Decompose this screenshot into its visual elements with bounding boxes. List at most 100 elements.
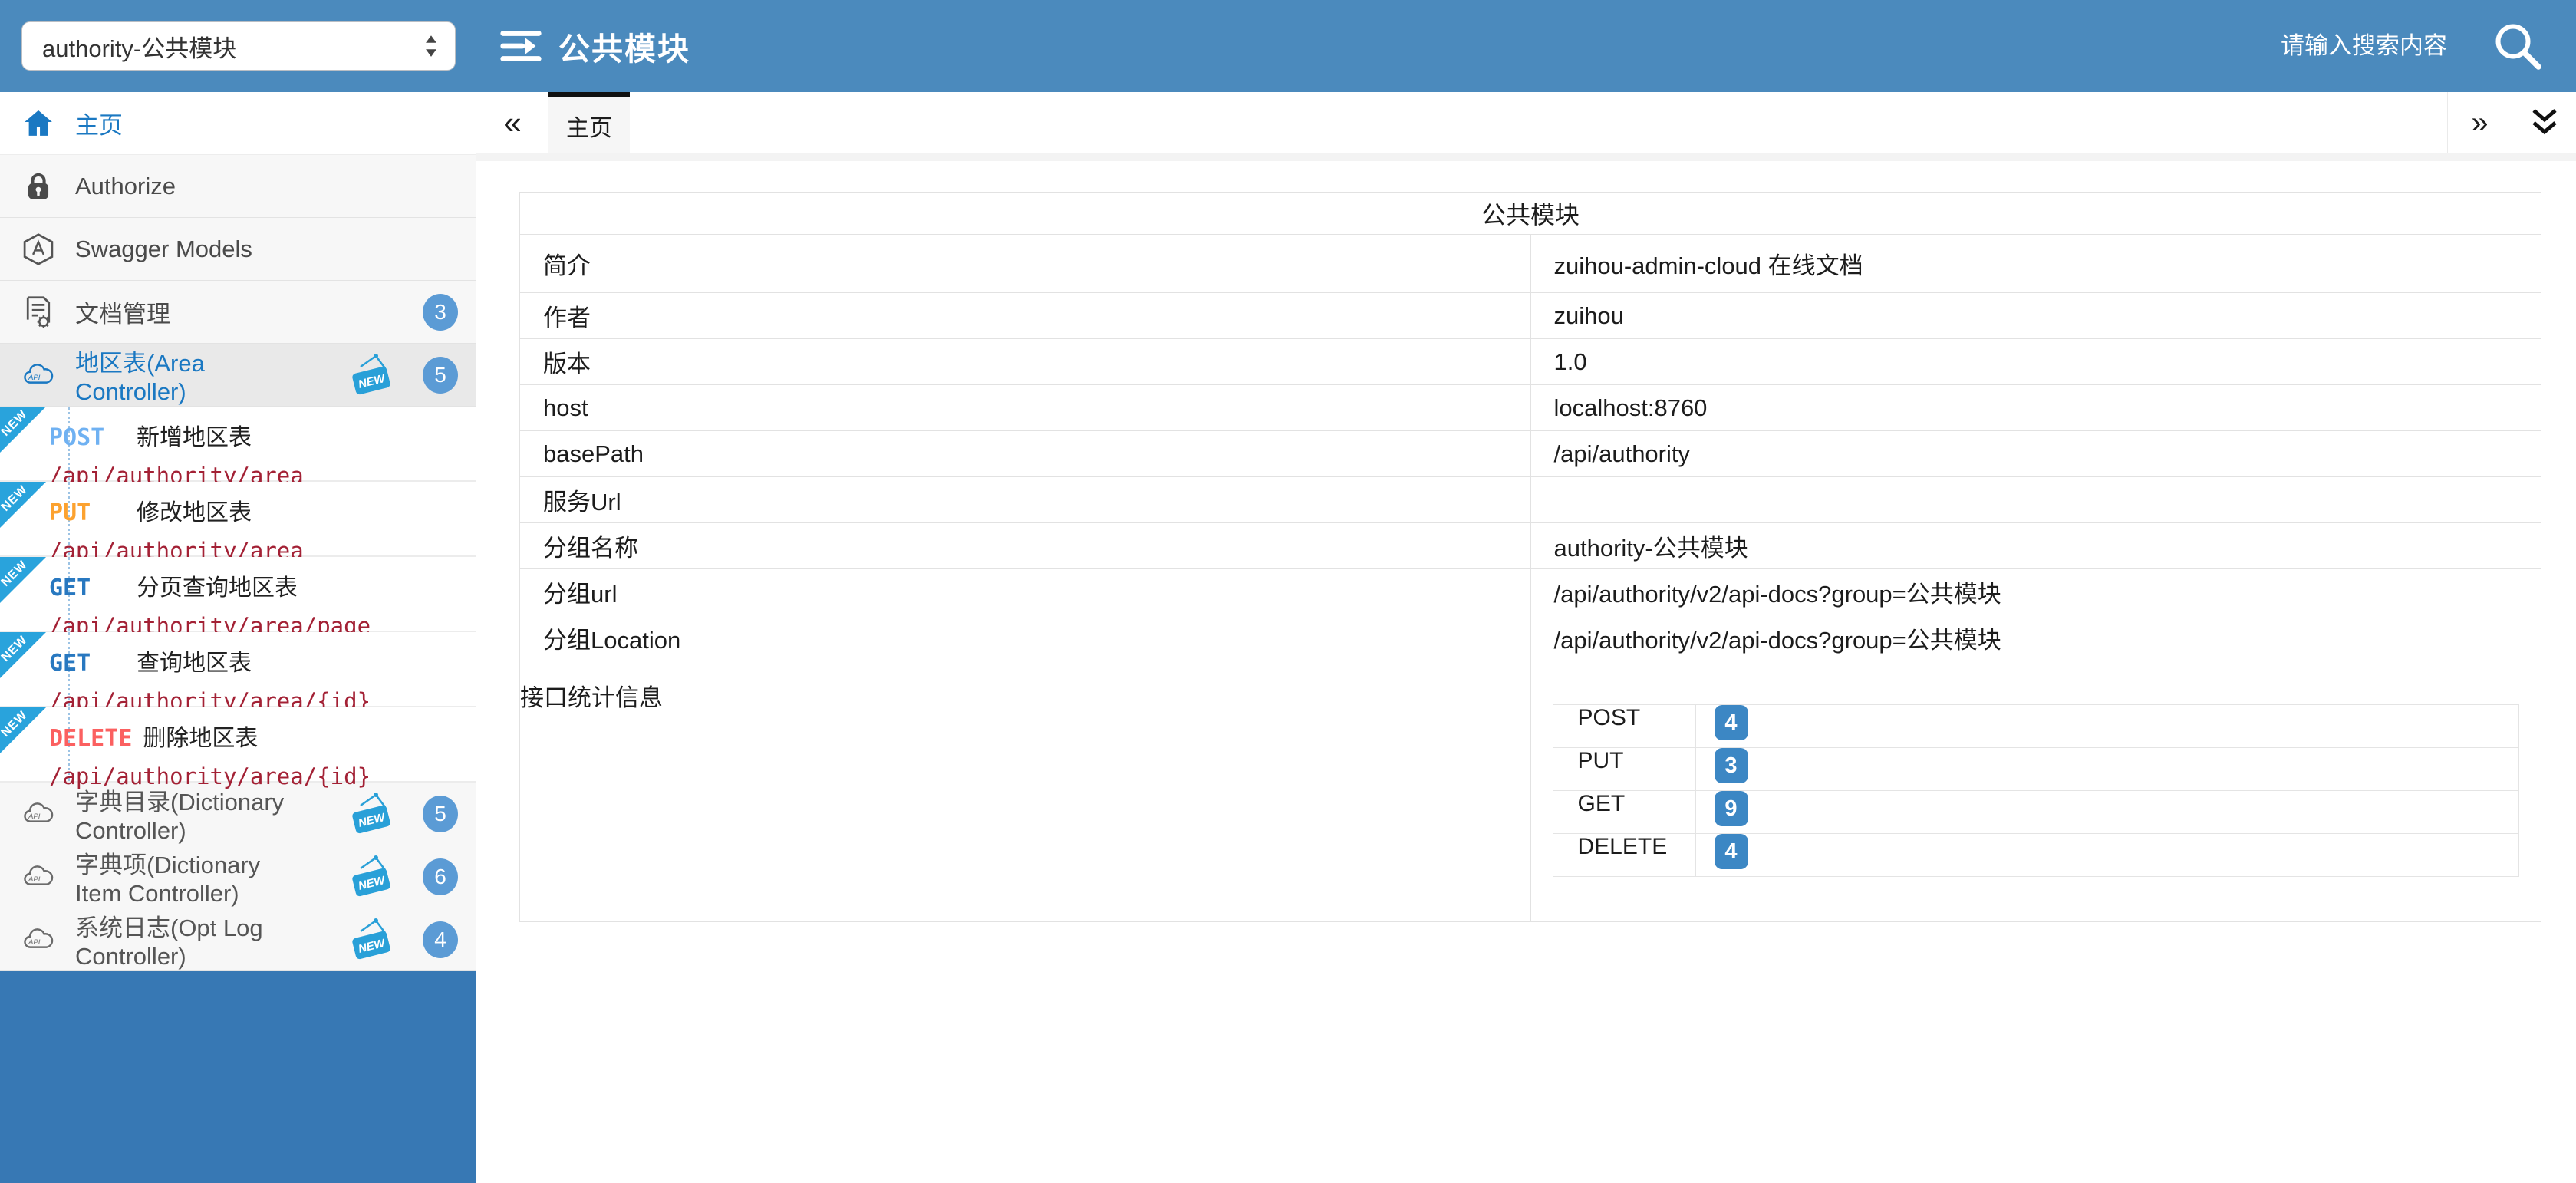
document-gear-icon: [21, 295, 55, 329]
count-badge: 3: [1715, 748, 1748, 783]
module-info-table: 公共模块 简介 zuihou-admin-cloud 在线文档 作者 zuiho…: [519, 192, 2541, 922]
tab-home[interactable]: 主页: [548, 92, 630, 153]
tabs-scroll-left-button[interactable]: «: [476, 92, 548, 153]
method-stats-table: POST 4 PUT 3: [1553, 704, 2520, 877]
search-button[interactable]: [2490, 18, 2545, 74]
api-name: 分页查询地区表: [137, 568, 298, 602]
api-name: 修改地区表: [137, 493, 252, 527]
row-label: host: [520, 385, 1531, 431]
stats-method: PUT: [1553, 748, 1695, 791]
new-badge-icon: NEW: [348, 792, 395, 836]
row-value: zuihou: [1530, 293, 2541, 339]
api-method: DELETE: [49, 725, 132, 752]
row-value: 1.0: [1530, 339, 2541, 385]
svg-text:API: API: [28, 374, 41, 382]
row-label: 简介: [520, 235, 1531, 293]
row-value: [1530, 477, 2541, 523]
svg-text:API: API: [28, 938, 41, 947]
api-item-delete-area[interactable]: NEW DELETE 删除地区表 /api/authority/area/{id…: [0, 707, 476, 783]
stats-count-cell: 9: [1695, 791, 2519, 834]
row-label: 作者: [520, 293, 1531, 339]
svg-text:API: API: [28, 812, 41, 821]
stats-method: DELETE: [1553, 834, 1695, 877]
header-search-area: [2171, 18, 2545, 74]
api-cloud-icon: API: [21, 860, 55, 894]
api-path: /api/authority/area/{id}: [49, 763, 464, 789]
api-method: POST: [49, 424, 126, 451]
sidebar-item-dictionary-item-controller[interactable]: API 字典项(Dictionary Item Controller) NEW …: [0, 845, 476, 908]
row-value: zuihou-admin-cloud 在线文档: [1530, 235, 2541, 293]
api-item-post-add-area[interactable]: NEW POST 新增地区表 /api/authority/area: [0, 407, 476, 482]
page-title: 公共模块: [558, 23, 690, 69]
stats-count-cell: 4: [1695, 834, 2519, 877]
api-method: PUT: [49, 499, 126, 526]
api-name: 新增地区表: [137, 418, 252, 452]
lock-icon: [21, 170, 55, 203]
group-select-value: authority-公共模块: [42, 29, 236, 64]
menu-lines-icon: [497, 22, 545, 70]
sidebar-filler: [0, 971, 476, 1183]
stats-method: GET: [1553, 791, 1695, 834]
api-name: 查询地区表: [137, 644, 252, 677]
sidebar-item-label: Swagger Models: [75, 236, 252, 263]
module-info-content: 公共模块 简介 zuihou-admin-cloud 在线文档 作者 zuiho…: [476, 161, 2576, 922]
count-badge: 6: [423, 858, 458, 895]
new-badge-icon: NEW: [348, 353, 395, 397]
new-badge-icon: NEW: [348, 855, 395, 899]
sidebar-item-label: 主页: [75, 106, 123, 140]
api-item-put-update-area[interactable]: NEW PUT 修改地区表 /api/authority/area: [0, 482, 476, 557]
sidebar-item-dictionary-controller[interactable]: API 字典目录(Dictionary Controller) NEW 5: [0, 783, 476, 845]
sidebar-item-label: 文档管理: [75, 295, 170, 329]
api-item-get-page-area[interactable]: NEW GET 分页查询地区表 /api/authority/area/page: [0, 557, 476, 632]
api-method: GET: [49, 575, 126, 601]
stats-method: POST: [1553, 705, 1695, 748]
group-select[interactable]: authority-公共模块: [21, 21, 456, 71]
tabs-collapse-button[interactable]: [2512, 92, 2576, 153]
sidebar-item-opt-log-controller[interactable]: API 系统日志(Opt Log Controller) NEW 4: [0, 908, 476, 971]
tabs-scroll-right-button[interactable]: »: [2447, 92, 2512, 153]
stats-row-label: 接口统计信息: [520, 661, 1531, 922]
count-badge: 5: [423, 357, 458, 394]
hexagon-model-icon: [21, 232, 55, 266]
svg-text:API: API: [28, 875, 41, 884]
header-brand: 公共模块: [497, 22, 690, 70]
stats-row-value: POST 4 PUT 3: [1530, 661, 2541, 922]
new-badge-icon: NEW: [348, 918, 395, 962]
sidebar-item-area-controller[interactable]: API 地区表(Area Controller) NEW 5: [0, 344, 476, 407]
row-label: 分组url: [520, 569, 1531, 615]
row-label: basePath: [520, 431, 1531, 477]
row-label: 分组Location: [520, 615, 1531, 661]
api-item-get-area-by-id[interactable]: NEW GET 查询地区表 /api/authority/area/{id}: [0, 632, 476, 707]
count-badge: 4: [1715, 834, 1748, 869]
sidebar-item-label: 系统日志(Opt Log Controller): [75, 908, 308, 970]
top-header: authority-公共模块 公共模块: [0, 0, 2576, 92]
select-updown-icon: [423, 33, 440, 59]
home-icon: [21, 107, 55, 140]
main-layout: 主页 Authorize Swagger Models: [0, 92, 2576, 1183]
sidebar-item-swagger-models[interactable]: Swagger Models: [0, 218, 476, 281]
row-label: 服务Url: [520, 477, 1531, 523]
sidebar: 主页 Authorize Swagger Models: [0, 92, 476, 1183]
row-value: /api/authority/v2/api-docs?group=公共模块: [1530, 615, 2541, 661]
sidebar-item-label: Authorize: [75, 173, 176, 200]
count-badge: 4: [423, 921, 458, 958]
double-chevron-down-icon: [2528, 106, 2561, 140]
row-value: localhost:8760: [1530, 385, 2541, 431]
count-badge: 4: [1715, 705, 1748, 740]
count-badge: 5: [423, 796, 458, 832]
sidebar-item-label: 字典目录(Dictionary Controller): [75, 783, 308, 845]
count-badge: 3: [423, 294, 458, 331]
tab-bar: « 主页 »: [476, 92, 2576, 161]
row-label: 分组名称: [520, 523, 1531, 569]
sidebar-item-authorize[interactable]: Authorize: [0, 155, 476, 218]
search-input[interactable]: [2171, 32, 2447, 60]
sidebar-item-doc-manage[interactable]: 文档管理 3: [0, 281, 476, 344]
main-panel: « 主页 » 公共模块 简介 zuihou-admin-cloud 在线文档: [476, 92, 2576, 1183]
sidebar-item-home[interactable]: 主页: [0, 92, 476, 155]
module-table-title: 公共模块: [520, 193, 2541, 235]
tab-label: 主页: [566, 109, 612, 143]
row-value: authority-公共模块: [1530, 523, 2541, 569]
sidebar-item-label: 地区表(Area Controller): [75, 344, 308, 406]
api-cloud-icon: API: [21, 797, 55, 831]
api-cloud-icon: API: [21, 358, 55, 392]
